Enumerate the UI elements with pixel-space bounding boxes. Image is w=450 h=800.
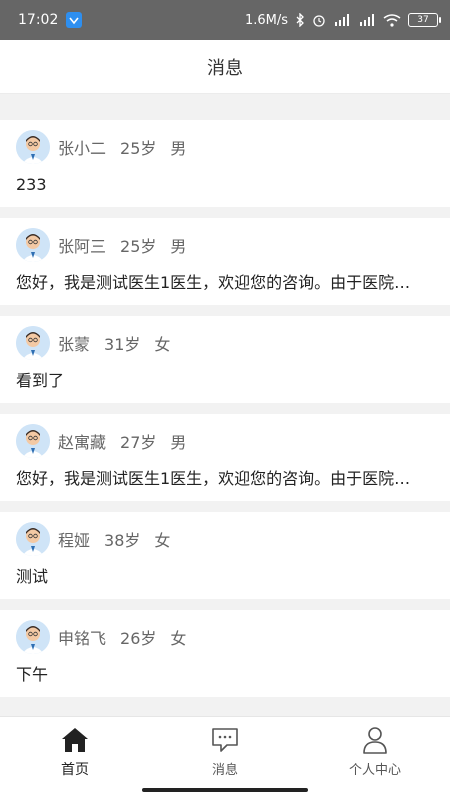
message-preview: 下午 [16,665,49,684]
patient-age: 25岁 [120,237,157,256]
patient-name: 张蒙 [58,335,91,354]
patient-age: 31岁 [104,335,141,354]
patient-name: 赵寓藏 [58,433,107,452]
status-bar: 17:02 1.6M/s 37 [0,0,450,40]
message-item[interactable]: 张蒙 31岁 女 看到了 [0,316,450,403]
doctor-avatar [16,130,50,164]
patient-gender: 女 [154,335,171,354]
patient-age: 38岁 [104,531,141,550]
tab-messages-label: 消息 [211,763,238,778]
bluetooth-icon [295,13,305,27]
status-time: 17:02 [18,12,59,28]
message-preview: 233 [16,175,47,194]
tab-home[interactable]: 首页 [0,717,150,800]
doctor-avatar [16,620,50,654]
message-list: 张小二 25岁 男 233 张阿三 25岁 男 您好，我是测试医生1医生，欢迎您… [0,120,450,708]
message-item[interactable]: 申铭飞 26岁 女 下午 [0,610,450,697]
battery-icon: 37 [408,13,441,27]
tab-profile[interactable]: 个人中心 [300,717,450,800]
doctor-avatar [16,326,50,360]
message-preview: 看到了 [16,371,65,390]
alarm-icon [312,13,326,27]
message-item[interactable]: 张阿三 25岁 男 您好，我是测试医生1医生，欢迎您的咨询。由于医院… [0,218,450,305]
patient-name: 张阿三 [58,237,107,256]
message-item[interactable]: 张小二 25岁 男 233 [0,120,450,207]
patient-name: 程娅 [58,531,91,550]
tab-profile-label: 个人中心 [348,763,401,778]
home-indicator [142,788,308,792]
doctor-avatar [16,228,50,262]
doctor-avatar [16,424,50,458]
patient-gender: 女 [154,531,171,550]
message-preview: 您好，我是测试医生1医生，欢迎您的咨询。由于医院… [16,273,411,292]
patient-gender: 女 [170,629,187,648]
network-speed: 1.6M/s [244,12,288,28]
message-preview: 您好，我是测试医生1医生，欢迎您的咨询。由于医院… [16,469,411,488]
patient-age: 26岁 [120,629,157,648]
signal-icon-2 [358,14,376,26]
tab-home-label: 首页 [61,762,89,778]
patient-gender: 男 [170,139,187,158]
doctor-avatar [16,522,50,556]
patient-name: 张小二 [58,139,107,158]
message-item[interactable]: 赵寓藏 27岁 男 您好，我是测试医生1医生，欢迎您的咨询。由于医院… [0,414,450,501]
app-notification-icon [66,12,83,28]
chat-icon [210,725,240,755]
message-preview: 测试 [16,567,49,586]
patient-name: 申铭飞 [58,629,107,648]
header: 消息 [0,40,450,94]
patient-age: 25岁 [120,139,157,158]
page-title: 消息 [207,57,243,79]
patient-age: 27岁 [120,433,157,452]
signal-icon-1 [333,14,351,26]
patient-gender: 男 [170,237,187,256]
wifi-icon [383,13,401,27]
message-item[interactable]: 程娅 38岁 女 测试 [0,512,450,599]
person-icon [360,725,390,755]
patient-gender: 男 [170,433,187,452]
home-icon [60,725,90,755]
